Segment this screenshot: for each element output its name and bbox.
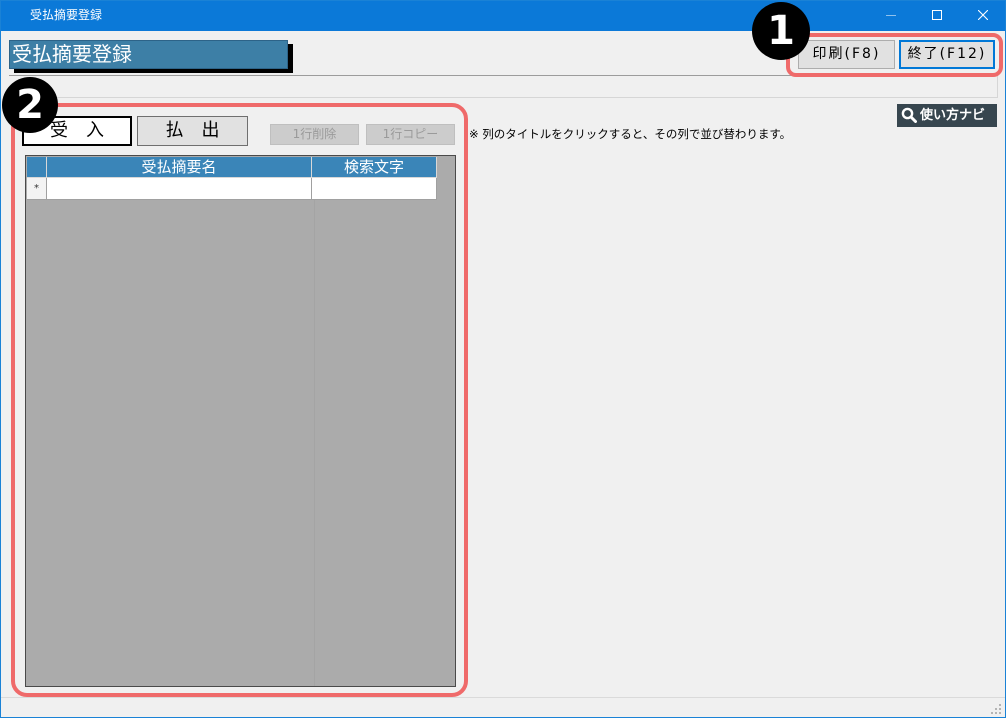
close-button[interactable] — [960, 0, 1006, 31]
sort-hint-text: ※ 列のタイトルをクリックすると、その列で並び替わります。 — [469, 127, 792, 141]
annotation-highlight-2 — [11, 103, 468, 697]
window-title: 受払摘要登録 — [30, 8, 103, 22]
close-icon — [978, 10, 988, 20]
resize-grip-icon[interactable] — [990, 703, 1002, 715]
annotation-highlight-1 — [786, 33, 1003, 77]
maximize-icon — [932, 10, 942, 20]
annotation-marker-1: 1 — [752, 2, 810, 60]
title-bar: 受払摘要登録 — [0, 0, 1006, 31]
help-navi-label: 使い方ナビ — [920, 108, 986, 123]
maximize-button[interactable] — [914, 0, 960, 31]
status-bar — [0, 697, 1006, 718]
page-title: 受払摘要登録 — [9, 40, 288, 69]
minimize-icon — [886, 15, 896, 16]
annotation-marker-2: 2 — [2, 77, 58, 133]
app-window: 受払摘要登録 受払摘要登録 印刷(F8) 終了(F12) 使い方ナビ 受 入 払… — [0, 0, 1006, 718]
header-separator — [9, 75, 998, 98]
help-navi-button[interactable]: 使い方ナビ — [897, 104, 997, 127]
minimize-button[interactable] — [868, 0, 914, 31]
search-icon — [901, 107, 917, 123]
